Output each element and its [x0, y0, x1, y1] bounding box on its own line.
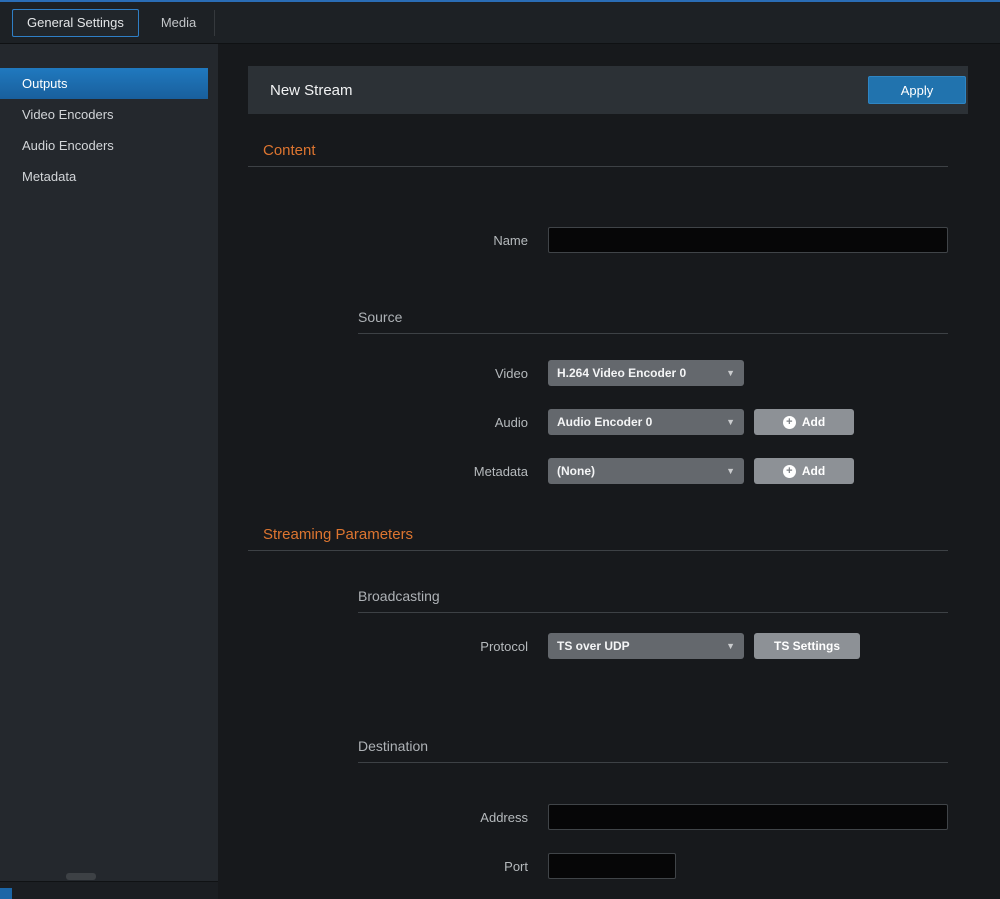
chevron-down-icon: ▼ — [726, 368, 735, 378]
sidebar-scrollbar-thumb[interactable] — [66, 873, 96, 880]
top-tab-bar: General Settings Media — [0, 0, 1000, 44]
chevron-down-icon: ▼ — [726, 641, 735, 651]
sidebar-item-audio-encoders[interactable]: Audio Encoders — [0, 130, 208, 161]
section-heading-content: Content — [248, 142, 948, 159]
section-divider — [248, 550, 948, 551]
video-label: Video — [248, 366, 528, 381]
metadata-dropdown-value: (None) — [557, 464, 595, 478]
sidebar-item-outputs[interactable]: Outputs — [0, 68, 208, 99]
plus-icon: + — [783, 416, 796, 429]
add-metadata-button[interactable]: + Add — [754, 458, 854, 484]
video-encoder-dropdown[interactable]: H.264 Video Encoder 0 ▼ — [548, 360, 744, 386]
broadcasting-heading: Broadcasting — [358, 588, 948, 604]
tab-divider — [214, 10, 215, 36]
destination-heading: Destination — [358, 738, 948, 754]
sidebar-scrollbar-corner — [0, 888, 12, 899]
destination-divider — [358, 762, 948, 763]
audio-row: Audio Audio Encoder 0 ▼ + Add — [248, 409, 948, 435]
metadata-dropdown[interactable]: (None) ▼ — [548, 458, 744, 484]
panel-header: New Stream Apply — [248, 66, 968, 114]
address-input[interactable] — [548, 804, 948, 830]
tab-media[interactable]: Media — [143, 9, 214, 37]
section-divider — [248, 166, 948, 167]
add-audio-button-label: Add — [802, 415, 825, 429]
protocol-dropdown-value: TS over UDP — [557, 639, 630, 653]
protocol-dropdown[interactable]: TS over UDP ▼ — [548, 633, 744, 659]
protocol-label: Protocol — [248, 639, 528, 654]
name-label: Name — [248, 233, 528, 248]
source-subsection: Source — [358, 309, 948, 334]
page-title: New Stream — [270, 82, 353, 99]
broadcasting-divider — [358, 612, 948, 613]
app-window: General Settings Media Outputs Video Enc… — [0, 0, 1000, 899]
sidebar-scrollbar-track — [0, 881, 218, 899]
add-metadata-button-label: Add — [802, 464, 825, 478]
form-area: Content Name Source Video H.264 Video En… — [248, 142, 948, 879]
sidebar: Outputs Video Encoders Audio Encoders Me… — [0, 44, 218, 899]
port-label: Port — [248, 859, 528, 874]
metadata-label: Metadata — [248, 464, 528, 479]
video-encoder-dropdown-value: H.264 Video Encoder 0 — [557, 366, 686, 380]
add-audio-button[interactable]: + Add — [754, 409, 854, 435]
metadata-row: Metadata (None) ▼ + Add — [248, 458, 948, 484]
sidebar-item-video-encoders-label: Video Encoders — [22, 107, 114, 122]
plus-icon: + — [783, 465, 796, 478]
video-row: Video H.264 Video Encoder 0 ▼ — [248, 360, 948, 386]
address-row: Address — [248, 804, 948, 830]
sidebar-item-metadata-label: Metadata — [22, 169, 76, 184]
audio-encoder-dropdown[interactable]: Audio Encoder 0 ▼ — [548, 409, 744, 435]
sidebar-item-metadata[interactable]: Metadata — [0, 161, 208, 192]
apply-button[interactable]: Apply — [868, 76, 966, 104]
tab-general-settings-label: General Settings — [27, 15, 124, 30]
destination-subsection: Destination — [358, 738, 948, 763]
source-divider — [358, 333, 948, 334]
main-panel: New Stream Apply Content Name Source Vid… — [218, 44, 1000, 899]
broadcasting-subsection: Broadcasting — [358, 588, 948, 613]
name-input[interactable] — [548, 227, 948, 253]
sidebar-item-video-encoders[interactable]: Video Encoders — [0, 99, 208, 130]
port-row: Port — [248, 853, 948, 879]
name-row: Name — [248, 227, 948, 253]
audio-encoder-dropdown-value: Audio Encoder 0 — [557, 415, 652, 429]
protocol-row: Protocol TS over UDP ▼ TS Settings — [248, 633, 948, 659]
sidebar-item-audio-encoders-label: Audio Encoders — [22, 138, 114, 153]
ts-settings-button[interactable]: TS Settings — [754, 633, 860, 659]
chevron-down-icon: ▼ — [726, 417, 735, 427]
tab-general-settings[interactable]: General Settings — [12, 9, 139, 37]
address-label: Address — [248, 810, 528, 825]
port-input[interactable] — [548, 853, 676, 879]
section-heading-streaming-parameters: Streaming Parameters — [248, 526, 948, 543]
source-heading: Source — [358, 309, 948, 325]
audio-label: Audio — [248, 415, 528, 430]
chevron-down-icon: ▼ — [726, 466, 735, 476]
tab-media-label: Media — [161, 15, 196, 30]
sidebar-item-outputs-label: Outputs — [22, 76, 68, 91]
